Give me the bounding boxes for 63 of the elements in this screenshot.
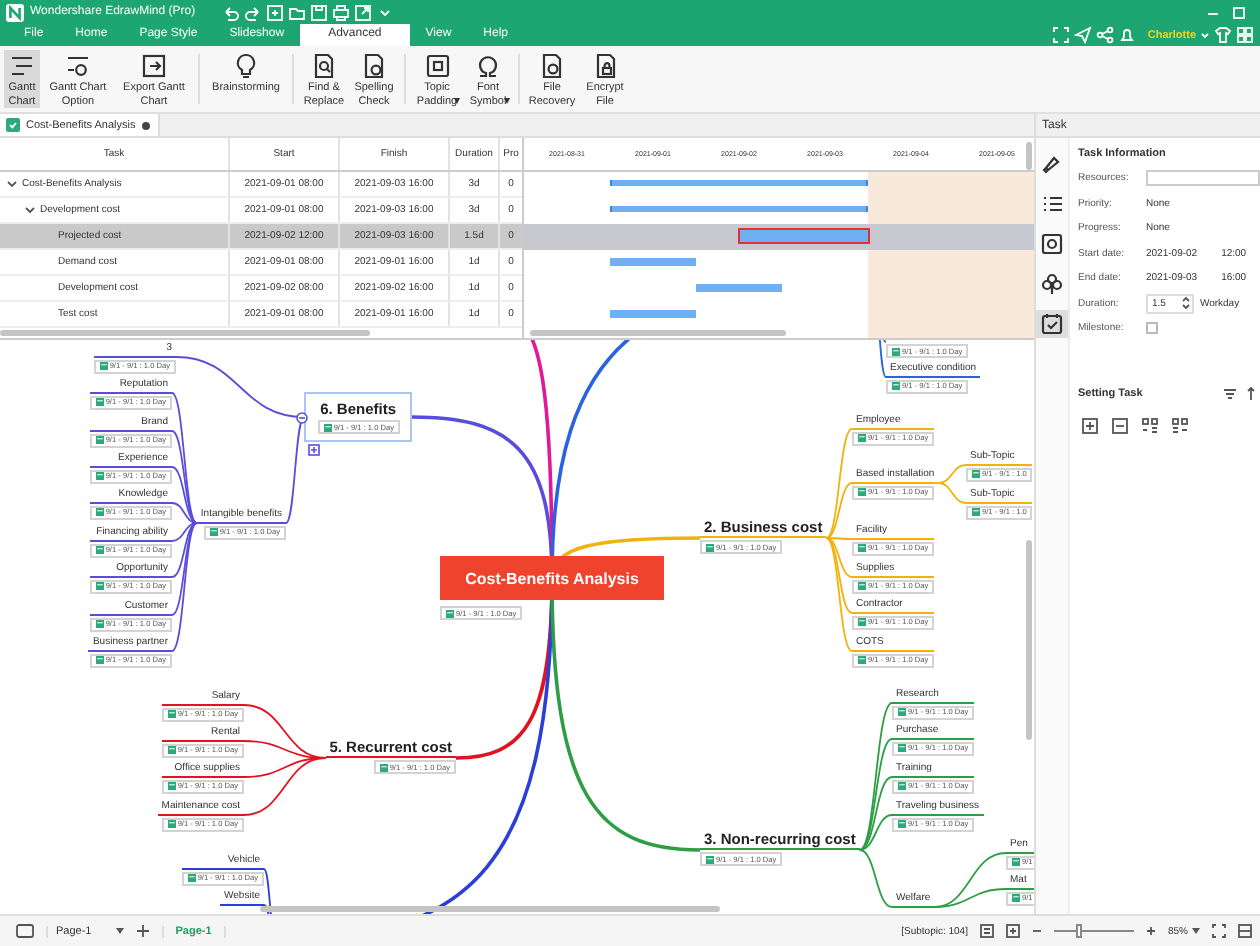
connector-line bbox=[937, 482, 967, 504]
scrollbar[interactable] bbox=[260, 906, 720, 912]
bell-icon[interactable] bbox=[1117, 26, 1136, 44]
maximize-icon[interactable] bbox=[1230, 3, 1248, 21]
redo-icon[interactable] bbox=[243, 3, 262, 21]
bars-icon bbox=[8, 52, 36, 80]
list-icon bbox=[1040, 192, 1064, 216]
undo-icon[interactable] bbox=[221, 3, 240, 21]
grid-icon[interactable] bbox=[1236, 26, 1254, 44]
scrollbar[interactable] bbox=[530, 330, 786, 336]
padding-icon bbox=[423, 52, 451, 80]
print-icon[interactable] bbox=[331, 3, 350, 21]
share-icon[interactable] bbox=[1095, 26, 1114, 44]
side-tab[interactable] bbox=[1036, 270, 1068, 298]
scrollbar[interactable] bbox=[0, 330, 370, 336]
scrollbar[interactable] bbox=[1026, 142, 1032, 170]
scrollbar[interactable] bbox=[1026, 540, 1032, 740]
indent-icon[interactable] bbox=[1142, 417, 1158, 433]
sliders-icon bbox=[64, 52, 92, 80]
find-icon bbox=[310, 52, 338, 80]
slider-thumb[interactable] bbox=[1075, 924, 1082, 938]
task-calendar-icon bbox=[1040, 312, 1064, 336]
filter-icon[interactable] bbox=[1222, 385, 1238, 401]
page-layout-icon[interactable] bbox=[16, 924, 34, 938]
panel-icon[interactable] bbox=[1238, 924, 1252, 938]
sort-icon[interactable] bbox=[1246, 385, 1256, 401]
expand-caret-icon[interactable] bbox=[24, 204, 36, 216]
zoom-in-icon[interactable] bbox=[1145, 926, 1156, 936]
zoom-out-icon[interactable] bbox=[1031, 926, 1042, 936]
export-icon bbox=[140, 52, 168, 80]
clover-icon bbox=[1040, 272, 1064, 296]
lightbulb-icon bbox=[232, 52, 260, 80]
spinner-arrows-icon[interactable] bbox=[1181, 296, 1190, 311]
shirt-icon[interactable] bbox=[1214, 26, 1232, 44]
input-field[interactable] bbox=[1146, 170, 1260, 187]
remove-task-icon[interactable] bbox=[1112, 417, 1128, 433]
add-page-icon[interactable] bbox=[135, 924, 150, 938]
fit-width-icon[interactable] bbox=[1005, 924, 1020, 938]
side-tab[interactable] bbox=[1036, 230, 1068, 258]
dropdown-caret-icon bbox=[1192, 928, 1200, 934]
document-icon bbox=[6, 118, 20, 132]
send-icon[interactable] bbox=[1073, 26, 1092, 44]
new-file-icon[interactable] bbox=[265, 3, 284, 21]
export-icon[interactable] bbox=[353, 3, 372, 21]
brush-icon bbox=[1040, 152, 1064, 176]
collapse-icon[interactable] bbox=[296, 411, 309, 423]
save-icon[interactable] bbox=[309, 3, 328, 21]
connector-line bbox=[937, 464, 967, 484]
fit-page-icon[interactable] bbox=[979, 924, 994, 938]
fullscreen-icon[interactable] bbox=[1212, 924, 1226, 938]
outdent-icon[interactable] bbox=[1172, 417, 1188, 433]
expand-caret-icon[interactable] bbox=[6, 178, 18, 190]
add-icon[interactable] bbox=[308, 444, 321, 456]
dropdown-caret-icon bbox=[115, 928, 124, 934]
checkbox[interactable] bbox=[1146, 322, 1158, 335]
image-frame-icon bbox=[1040, 232, 1064, 256]
calendar-icon bbox=[323, 423, 332, 431]
folder-icon[interactable] bbox=[287, 3, 306, 21]
side-tab[interactable] bbox=[1036, 310, 1068, 338]
add-task-icon[interactable] bbox=[1082, 417, 1098, 433]
omega-icon bbox=[474, 52, 502, 80]
central-topic[interactable]: Cost-Benefits Analysis bbox=[440, 556, 664, 600]
document-lock-icon bbox=[591, 52, 619, 80]
